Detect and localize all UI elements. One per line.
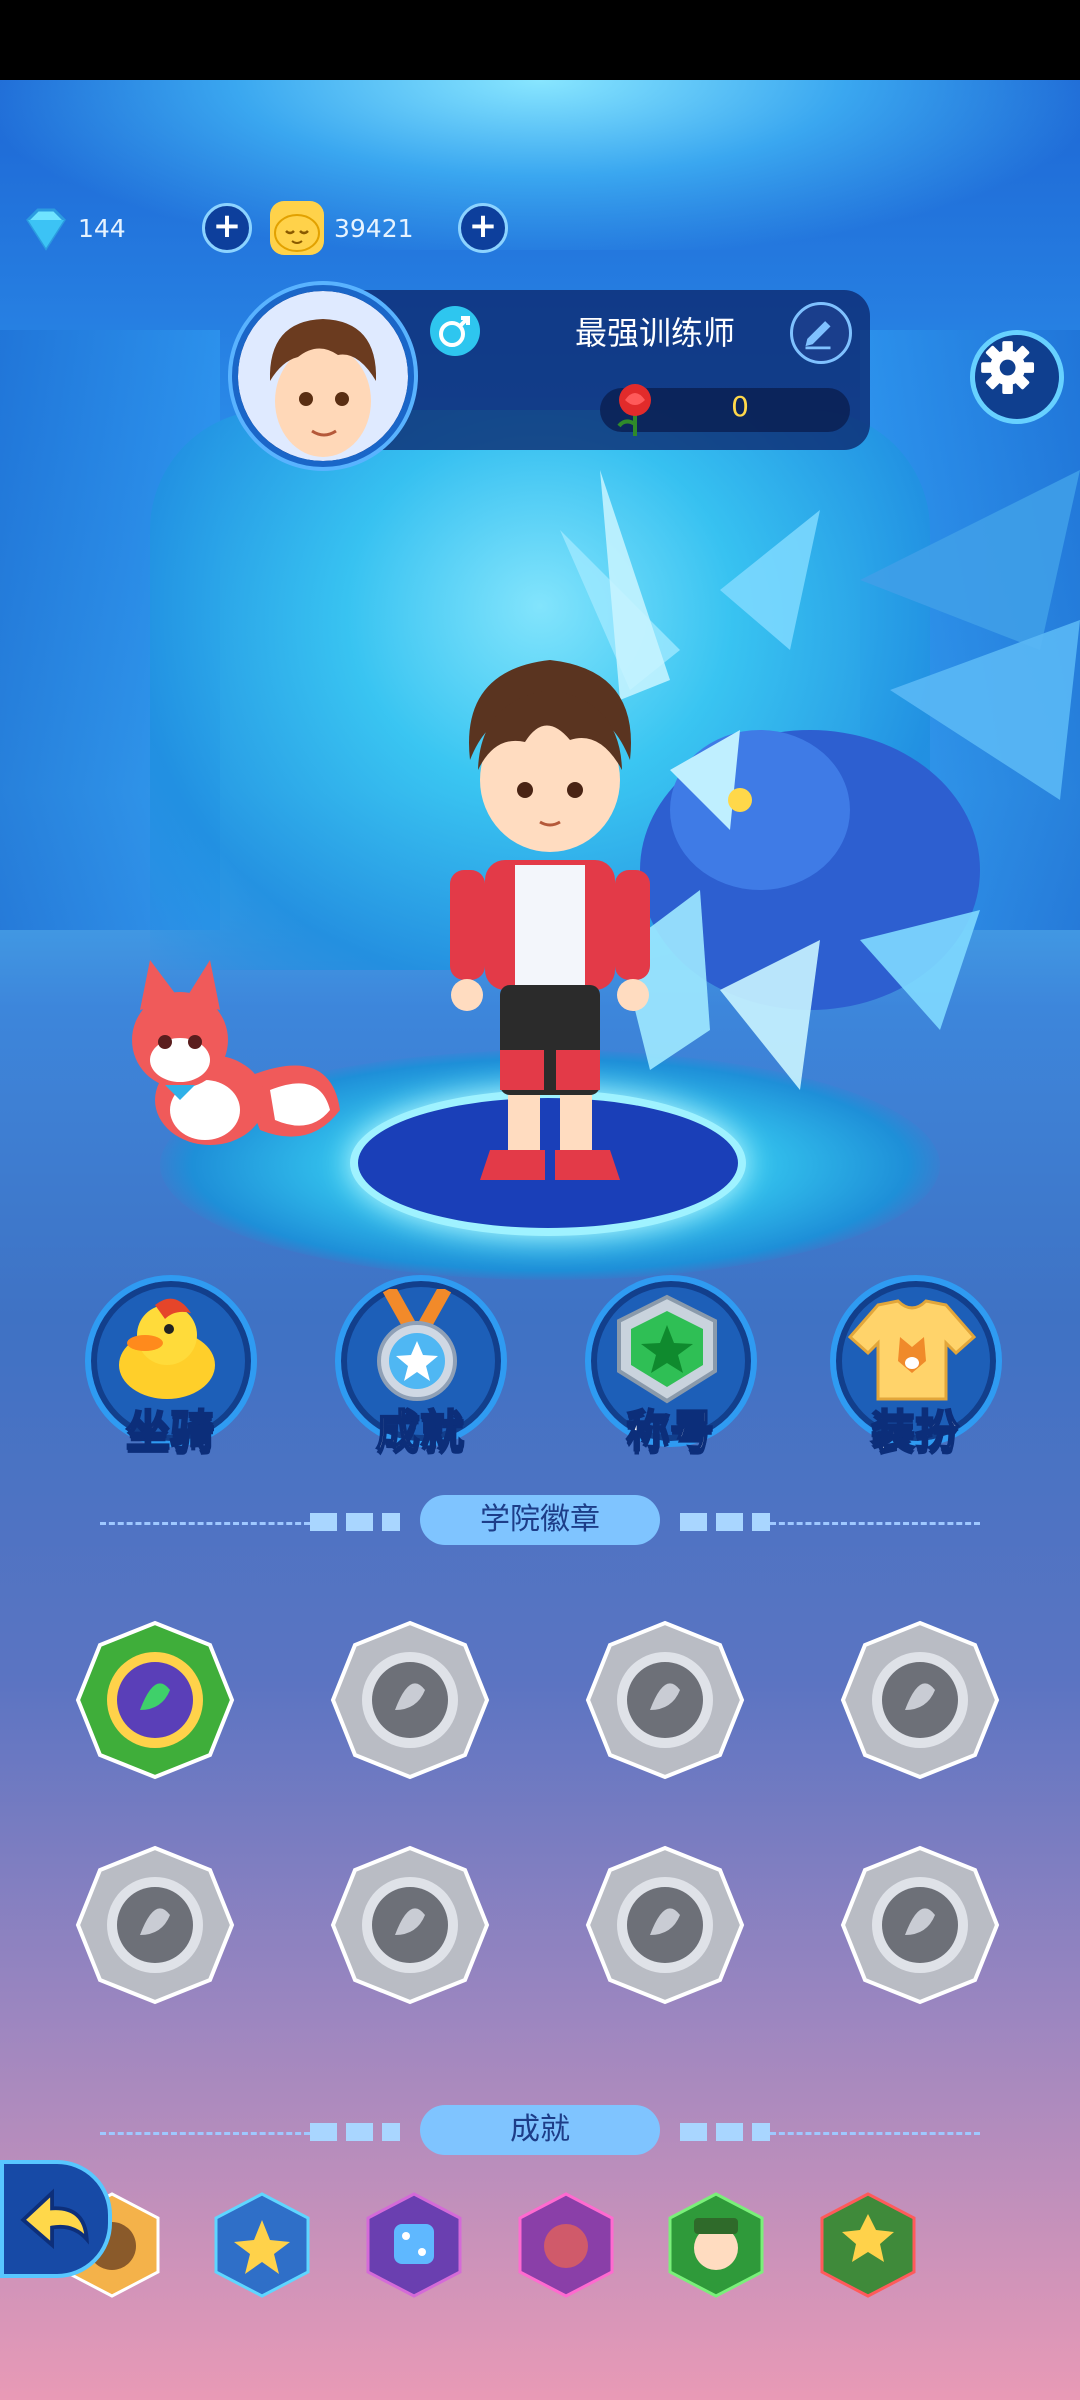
achievements-header: 成就 (100, 2105, 980, 2161)
medal-icon (377, 1289, 457, 1401)
header-divider-right (770, 2132, 980, 2135)
snowflake-badge-icon[interactable] (70, 1840, 240, 2010)
achievement-badge-4[interactable] (516, 2190, 616, 2300)
diamond-icon (26, 208, 66, 251)
add-gems-button[interactable]: + (202, 203, 252, 253)
feature-label: 成就 (375, 1405, 465, 1458)
sweater-icon (848, 1299, 976, 1401)
header-decor-right (680, 2123, 770, 2141)
feature-label: 称号 (625, 1405, 715, 1458)
green-star-shield-icon (617, 1294, 717, 1404)
achievement-badge-6[interactable] (818, 2190, 918, 2300)
rose-icon (617, 384, 651, 436)
header-decor-right (680, 1513, 770, 1531)
gender-male-icon (430, 306, 480, 356)
back-arrow-icon (20, 2188, 89, 2250)
header-decor-left (310, 1513, 400, 1531)
feature-title-button[interactable]: 称号 (585, 1275, 757, 1458)
feature-label: 装扮 (870, 1405, 960, 1458)
academy-badges-header: 学院徽章 (100, 1495, 980, 1551)
flame-badge-icon[interactable] (580, 1615, 750, 1785)
trainer-character[interactable] (430, 650, 670, 1210)
gem-currency: 144 + (20, 200, 252, 256)
achievement-badge-2[interactable] (212, 2190, 312, 2300)
gear-icon (981, 341, 1035, 395)
back-button[interactable] (0, 2160, 112, 2278)
achievement-badge-3[interactable] (364, 2190, 464, 2300)
wing-badge-icon[interactable] (835, 1840, 1005, 2010)
achievement-badge-5[interactable] (666, 2190, 766, 2300)
header-divider-left (100, 1522, 310, 1525)
settings-button[interactable] (970, 330, 1064, 424)
feature-mount-button[interactable]: 坐骑 (85, 1275, 257, 1458)
gem-count: 144 (78, 213, 126, 243)
swirl-badge-icon[interactable] (325, 1615, 495, 1785)
feature-achievement-button[interactable]: 成就 (335, 1275, 507, 1458)
fox-pet[interactable] (110, 960, 350, 1160)
rose-count: 0 (731, 390, 749, 423)
gear-badge-icon[interactable] (835, 1615, 1005, 1785)
header-divider-left (100, 2132, 310, 2135)
player-name: 最强训练师 (574, 314, 735, 352)
section-title: 成就 (420, 2105, 660, 2155)
coin-currency: 39421 + (270, 200, 508, 256)
beast-badge-icon[interactable] (580, 1840, 750, 2010)
pencil-icon (805, 321, 831, 350)
avatar[interactable] (232, 285, 414, 467)
lightning-badge-icon[interactable] (325, 1840, 495, 2010)
header-divider-right (770, 1522, 980, 1525)
leaf-badge-icon[interactable] (70, 1615, 240, 1785)
feature-costume-button[interactable]: 装扮 (830, 1275, 1002, 1458)
edit-name-button[interactable] (790, 302, 852, 364)
status-bar (0, 0, 1080, 80)
duck-icon (119, 1298, 215, 1399)
cat-coin-icon (270, 201, 324, 255)
add-coins-button[interactable]: + (458, 203, 508, 253)
header-decor-left (310, 2123, 400, 2141)
section-title: 学院徽章 (420, 1495, 660, 1545)
feature-label: 坐骑 (125, 1405, 215, 1458)
coin-count: 39421 (334, 213, 414, 243)
